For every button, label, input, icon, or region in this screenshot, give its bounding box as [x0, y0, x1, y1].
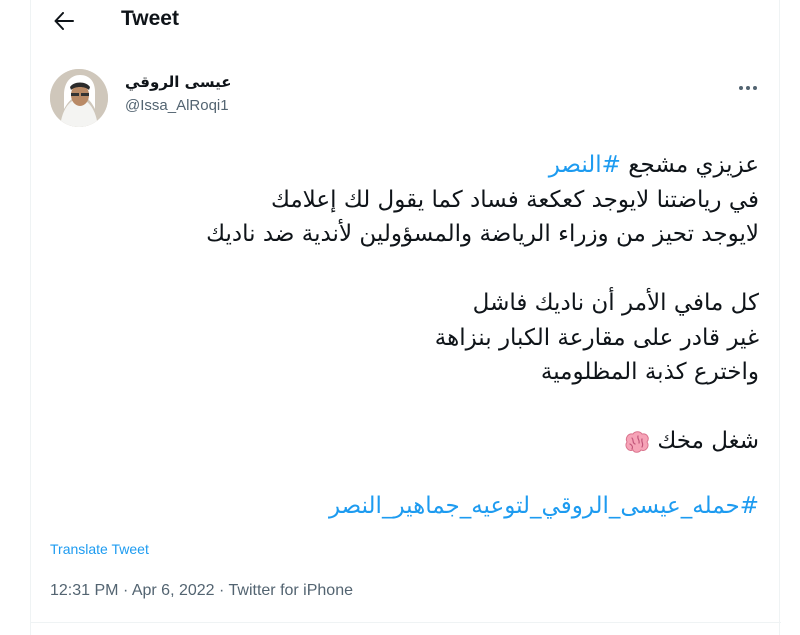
arrow-left-icon — [54, 12, 74, 30]
avatar-image — [50, 69, 108, 127]
tweet-line-3: لايوجد تحيز من وزراء الرياضة والمسؤولين … — [206, 221, 759, 247]
user-handle[interactable]: @Issa_AlRoqi1 — [125, 97, 231, 114]
user-info: عيسى الروقي @Issa_AlRoqi1 — [125, 73, 231, 114]
back-button[interactable] — [49, 7, 79, 35]
tweet-line-5: غير قادر على مقارعة الكبار بنزاهة — [434, 324, 759, 351]
tweet-line-2: في رياضتنا لايوجد كعكعة فساد كما يقول لك… — [270, 186, 759, 213]
more-options-button[interactable] — [731, 78, 765, 98]
tweet-line-1-text: عزيزي مشجع — [620, 152, 759, 178]
tweet-line-7-text: شغل مخك — [657, 428, 759, 454]
meta-separator: · — [122, 582, 129, 599]
hashtag-link[interactable]: #النصر — [549, 152, 621, 178]
tweet-line-4: كل مافي الأمر أن ناديك فاشل — [472, 290, 759, 316]
tweet-line-6: واخترع كذبة المظلومية — [540, 359, 759, 385]
tweet-header: Tweet — [31, 0, 781, 42]
brain-emoji-icon — [625, 430, 650, 453]
divider — [31, 622, 781, 623]
avatar[interactable] — [50, 69, 108, 127]
meta-separator: · — [219, 582, 225, 599]
more-dots-icon — [739, 86, 743, 90]
tweet-detail-panel: Tweet عيسى الروقي @Issa_AlRoqi1 عزيزي مش… — [30, 0, 781, 635]
tweet-time[interactable]: 12:31 PM — [50, 582, 118, 599]
page-title: Tweet — [121, 7, 179, 30]
tweet-date[interactable]: Apr 6, 2022 — [132, 582, 215, 599]
tweet-source[interactable]: Twitter for iPhone — [229, 582, 354, 599]
tweet-text: عزيزي مشجع #النصر في رياضتنا لايوجد كعكع… — [59, 148, 759, 523]
campaign-hashtag-link[interactable]: #حمله_عيسى_الروقي_لتوعيه_جماهير_النصر — [59, 489, 759, 524]
tweet-line-1: عزيزي مشجع #النصر — [59, 148, 759, 183]
translate-tweet-link[interactable]: Translate Tweet — [50, 541, 149, 557]
user-display-name[interactable]: عيسى الروقي — [125, 73, 231, 95]
tweet-metadata: 12:31 PM · Apr 6, 2022 · Twitter for iPh… — [50, 582, 353, 600]
tweet-line-7: شغل مخك — [59, 424, 759, 459]
